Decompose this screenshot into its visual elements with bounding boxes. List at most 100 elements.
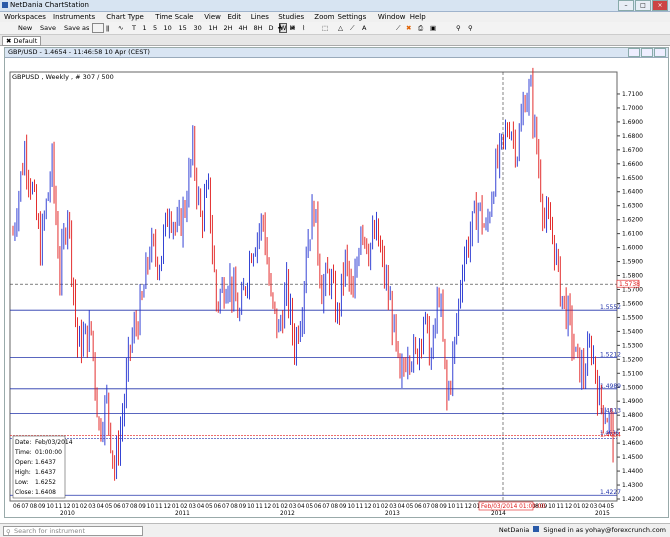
x-tick-label: 03 xyxy=(389,504,397,510)
line-chart-icon[interactable]: ∿ xyxy=(118,24,123,32)
print-icon[interactable]: ⎙ xyxy=(418,24,423,33)
menu-item-workspaces[interactable]: Workspaces xyxy=(4,13,46,21)
x-tick-label: 10 xyxy=(448,504,456,510)
x-tick-label: 01 xyxy=(272,504,280,510)
x-tick-label: 06 xyxy=(13,504,21,510)
info-key: Low: xyxy=(15,479,29,486)
x-tick-label: 07 xyxy=(122,504,130,510)
info-key: Close: xyxy=(15,489,33,496)
x-tick-label: 08 xyxy=(331,504,339,510)
app-logo-icon xyxy=(2,2,8,8)
x-tick-label: 06 xyxy=(113,504,121,510)
menu-item-studies[interactable]: Studies xyxy=(278,13,304,21)
maximize-button[interactable]: □ xyxy=(635,0,651,11)
crosshair-icon[interactable]: ╋ xyxy=(278,24,282,32)
x-tick-label: 12 xyxy=(465,504,473,510)
search-icon: ⚲ xyxy=(6,528,11,536)
y-tick-label: 1.5100 xyxy=(622,370,643,377)
timeframe-1h[interactable]: 1H xyxy=(209,24,218,32)
x-tick-label: 01 xyxy=(72,504,80,510)
x-tick-label: 04 xyxy=(297,504,305,510)
y-tick-label: 1.4200 xyxy=(622,496,643,503)
menu-item-instruments[interactable]: Instruments xyxy=(53,13,95,21)
menu-item-chart-type[interactable]: Chart Type xyxy=(106,13,144,21)
menu-item-window[interactable]: Window xyxy=(378,13,406,21)
x-tick-label: 10 xyxy=(247,504,255,510)
draw-line-icon[interactable]: ⟋ xyxy=(396,24,401,33)
indicator-icon[interactable]: ⌇ xyxy=(302,24,305,32)
camera-icon[interactable]: ▣ xyxy=(430,24,436,32)
cursor-icon[interactable]: ⬚ xyxy=(322,24,328,32)
timeframe-15[interactable]: 15 xyxy=(179,24,187,32)
x-tick-label: 01 xyxy=(373,504,381,510)
y-tick-label: 1.5000 xyxy=(622,384,643,391)
delete-drawings-icon[interactable]: ✖ xyxy=(406,24,411,32)
timeframe-d[interactable]: D xyxy=(269,24,274,32)
brand-icon xyxy=(533,526,540,532)
timeframe-2h[interactable]: 2H xyxy=(224,24,233,32)
y-tick-label: 1.4500 xyxy=(622,454,643,461)
candle-chart-icon[interactable] xyxy=(92,23,104,33)
bar-chart-icon[interactable]: ǁ xyxy=(106,24,109,32)
x-tick-label: 10 xyxy=(147,504,155,510)
zoom-out-icon[interactable]: ⚲ xyxy=(468,24,473,32)
timeframe-t[interactable]: T xyxy=(132,24,136,32)
x-tick-label: 04 xyxy=(97,504,105,510)
chart-close-button[interactable] xyxy=(654,48,666,57)
x-tick-label: 05 xyxy=(105,504,113,510)
menu-item-edit[interactable]: Edit xyxy=(228,13,242,21)
timeframe-4h[interactable]: 4H xyxy=(239,24,248,32)
level-label: 1.5212 xyxy=(600,352,621,359)
menu-item-help[interactable]: Help xyxy=(410,13,426,21)
minimize-button[interactable]: – xyxy=(618,0,634,11)
level-label: 1.5552 xyxy=(600,304,621,311)
new-button[interactable]: New xyxy=(18,24,32,32)
fib-icon[interactable]: △ xyxy=(338,24,343,32)
menu-item-time-scale[interactable]: Time Scale xyxy=(155,13,193,21)
menu-item-zoom[interactable]: Zoom xyxy=(314,13,334,21)
close-button[interactable]: × xyxy=(652,0,668,11)
instrument-search-input[interactable]: ⚲ Search for instrument xyxy=(3,526,143,536)
timeframe-8h[interactable]: 8H xyxy=(254,24,263,32)
x-tick-label: 05 xyxy=(406,504,414,510)
info-key: Open: xyxy=(15,459,33,466)
zoom-in-icon[interactable]: ⚲ xyxy=(456,24,461,32)
save-button[interactable]: Save xyxy=(40,24,56,32)
x-tick-label: 04 xyxy=(197,504,205,510)
x-tick-label: 09 xyxy=(38,504,46,510)
x-year-label: 2010 xyxy=(60,511,75,517)
x-tick-label: 06 xyxy=(314,504,322,510)
menu-item-settings[interactable]: Settings xyxy=(338,13,367,21)
x-tick-label: 08 xyxy=(30,504,38,510)
chart-header: GBP/USD - 1.4654 - 11:46:58 10 Apr (CEST… xyxy=(5,48,668,58)
menu-item-view[interactable]: View xyxy=(204,13,221,21)
timeframe-10[interactable]: 10 xyxy=(164,24,172,32)
timeframe-1[interactable]: 1 xyxy=(143,24,147,32)
x-tick-label: 11 xyxy=(55,504,63,510)
y-tick-label: 1.6300 xyxy=(622,203,643,210)
timeframe-30[interactable]: 30 xyxy=(194,24,202,32)
tab-default[interactable]: ✖ Default xyxy=(2,36,42,46)
y-tick-label: 1.4600 xyxy=(622,440,643,447)
x-tick-label: 09 xyxy=(439,504,447,510)
timeframe-5[interactable]: 5 xyxy=(153,24,157,32)
y-tick-label: 1.6800 xyxy=(622,133,643,140)
price-chart[interactable]: GBPUSD , Weekly , # 307 / 500 1.7100 1.700… xyxy=(5,58,668,517)
info-value: 1.6437 xyxy=(35,469,56,476)
y-tick-label: 1.7000 xyxy=(622,105,643,112)
y-tick-label: 1.4700 xyxy=(622,426,643,433)
save-as-button[interactable]: Save as xyxy=(64,24,89,32)
grid-icon[interactable]: # xyxy=(290,24,295,32)
menu-item-lines[interactable]: Lines xyxy=(251,13,269,21)
chart-maximize-button[interactable] xyxy=(641,48,653,57)
info-key: Time: xyxy=(14,449,32,456)
trendline-icon[interactable]: ⟋ xyxy=(350,24,355,33)
text-icon[interactable]: A xyxy=(362,24,366,32)
x-tick-label: 11 xyxy=(356,504,364,510)
chart-minimize-button[interactable] xyxy=(628,48,640,57)
tab-label: Default xyxy=(13,37,38,45)
app-title: NetDania ChartStation xyxy=(10,1,89,9)
brand-label: NetDania xyxy=(498,526,530,534)
y-tick-label: 1.6400 xyxy=(622,189,643,196)
y-tick-label: 1.7100 xyxy=(622,91,643,98)
